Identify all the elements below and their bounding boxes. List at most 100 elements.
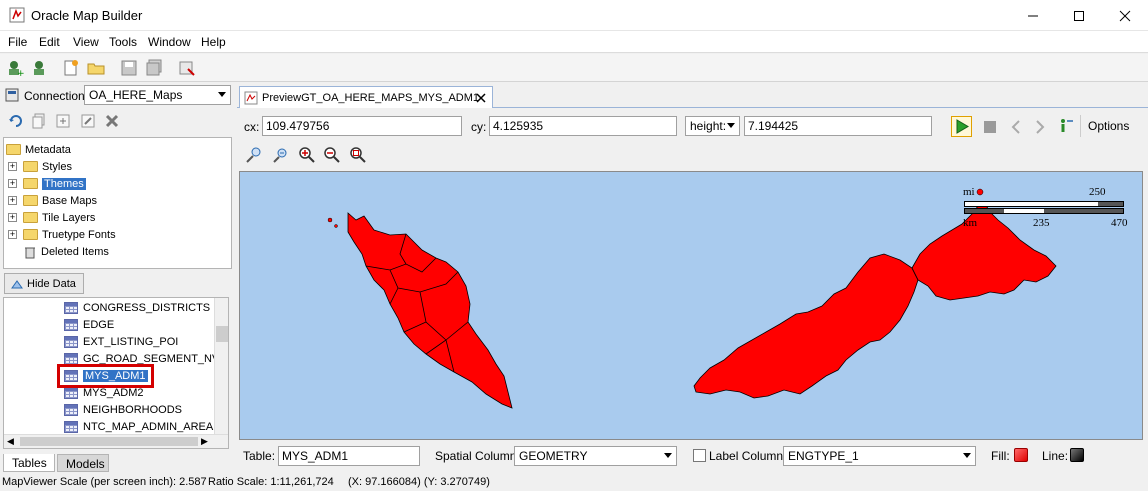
- maximize-button[interactable]: [1056, 0, 1102, 31]
- list-item-label: CONGRESS_DISTRICTS: [83, 302, 211, 314]
- chevron-down-icon: [963, 453, 971, 458]
- stop-icon[interactable]: [982, 119, 998, 135]
- app-icon: [9, 7, 25, 23]
- tree-item-styles[interactable]: + Styles: [8, 158, 72, 175]
- horizontal-scrollbar[interactable]: ◀ ▶: [4, 434, 228, 448]
- scroll-right-icon[interactable]: ▶: [201, 436, 208, 447]
- zoom-out-icon[interactable]: [323, 146, 341, 164]
- menu-edit[interactable]: Edit: [39, 35, 60, 49]
- refresh-icon[interactable]: [8, 113, 24, 129]
- spatial-column-select[interactable]: GEOMETRY: [514, 446, 677, 466]
- status-scale: MapViewer Scale (per screen inch): 2.587: [2, 476, 207, 488]
- delete-icon[interactable]: [104, 113, 120, 129]
- map-canvas[interactable]: mi 250 km 235 470: [239, 171, 1143, 440]
- zoom-pan-icon[interactable]: [272, 146, 290, 164]
- tab-tables[interactable]: Tables: [3, 454, 55, 472]
- triangle-up-icon: [11, 279, 23, 288]
- chevron-down-icon: [664, 453, 672, 458]
- close-button[interactable]: [1102, 0, 1148, 31]
- menu-window[interactable]: Window: [148, 35, 191, 49]
- new-item-icon[interactable]: [55, 113, 71, 129]
- menu-file[interactable]: File: [8, 35, 27, 49]
- label-column-select[interactable]: ENGTYPE_1: [783, 446, 976, 466]
- minimize-icon: [1028, 15, 1038, 16]
- tree-item-truetype-fonts[interactable]: + Truetype Fonts: [8, 226, 116, 243]
- scale-mi-label: mi: [963, 186, 975, 198]
- tree-item-deleted-items[interactable]: Deleted Items: [23, 243, 109, 260]
- tab-preview[interactable]: PreviewGT_OA_HERE_MAPS_MYS_ADM1: [239, 86, 493, 108]
- zoom-rectangle-icon[interactable]: [349, 146, 367, 164]
- forward-icon[interactable]: [1032, 119, 1048, 135]
- size-mode-select[interactable]: height:: [685, 116, 740, 136]
- size-value-input[interactable]: 7.194425: [744, 116, 932, 136]
- list-item[interactable]: EXT_LISTING_POI: [64, 334, 178, 350]
- scale-mi-value: 250: [1089, 186, 1106, 198]
- vertical-scrollbar[interactable]: [214, 298, 228, 434]
- expand-icon[interactable]: +: [8, 213, 17, 222]
- close-tab-icon[interactable]: [476, 93, 486, 103]
- run-button[interactable]: [951, 116, 972, 137]
- list-item[interactable]: EDGE: [64, 317, 114, 333]
- menu-tools[interactable]: Tools: [109, 35, 137, 49]
- zoom-in-icon[interactable]: [298, 146, 316, 164]
- table-icon: [64, 319, 78, 331]
- menu-view[interactable]: View: [73, 35, 99, 49]
- info-icon[interactable]: [1058, 117, 1074, 135]
- save-icon[interactable]: [120, 59, 138, 77]
- menu-help[interactable]: Help: [201, 35, 226, 49]
- peninsular-malaysia: [347, 212, 513, 409]
- copy-icon[interactable]: [31, 113, 47, 129]
- new-file-icon[interactable]: [62, 59, 80, 77]
- table-icon: [64, 302, 78, 314]
- label-column-checkbox[interactable]: [693, 449, 706, 462]
- save-all-icon[interactable]: [145, 59, 163, 77]
- fill-label: Fill:: [991, 449, 1010, 463]
- tab-models[interactable]: Models: [57, 454, 109, 472]
- status-coords: (X: 97.166084) (Y: 3.270749): [348, 476, 490, 488]
- tree-item-label: Tile Layers: [42, 211, 96, 224]
- scale-mi-bar: [964, 201, 1124, 207]
- connection-select[interactable]: OA_HERE_Maps: [84, 85, 231, 105]
- tree-item-label: Styles: [42, 160, 72, 173]
- expand-icon[interactable]: +: [8, 196, 17, 205]
- scrollbar-thumb[interactable]: [216, 326, 228, 342]
- list-item-label: MYS_ADM2: [83, 387, 144, 399]
- list-item[interactable]: NTC_MAP_ADMIN_AREA: [64, 419, 213, 435]
- expand-icon[interactable]: +: [8, 179, 17, 188]
- folder-icon: [23, 195, 38, 206]
- document-tab-strip: PreviewGT_OA_HERE_MAPS_MYS_ADM1: [237, 84, 1148, 108]
- edit-icon[interactable]: [80, 113, 96, 129]
- tree-root[interactable]: Metadata: [6, 141, 71, 158]
- cy-input[interactable]: 4.125935: [489, 116, 677, 136]
- new-connection-icon[interactable]: +: [6, 59, 24, 77]
- hide-data-button[interactable]: Hide Data: [4, 273, 84, 294]
- list-item-label: NEIGHBORHOODS: [83, 404, 183, 416]
- expand-icon[interactable]: +: [8, 230, 17, 239]
- scrollbar-thumb[interactable]: [20, 437, 198, 446]
- connect-icon[interactable]: [31, 59, 49, 77]
- list-item[interactable]: NEIGHBORHOODS: [64, 402, 182, 418]
- tree-item-themes[interactable]: + Themes: [8, 175, 86, 192]
- east-malaysia: [693, 253, 919, 399]
- minimize-button[interactable]: [1010, 0, 1056, 31]
- open-folder-icon[interactable]: [87, 59, 105, 77]
- chevron-down-icon: [218, 92, 226, 97]
- properties-icon[interactable]: [178, 59, 196, 77]
- pan-icon[interactable]: [245, 146, 263, 164]
- expand-icon[interactable]: +: [8, 162, 17, 171]
- tree-item-base-maps[interactable]: + Base Maps: [8, 192, 97, 209]
- line-color-button[interactable]: [1070, 448, 1084, 462]
- fill-color-button[interactable]: [1014, 448, 1028, 462]
- options-button[interactable]: Options: [1080, 115, 1142, 137]
- tree-item-tile-layers[interactable]: + Tile Layers: [8, 209, 95, 226]
- scroll-left-icon[interactable]: ◀: [7, 436, 14, 447]
- table-input[interactable]: MYS_ADM1: [278, 446, 420, 466]
- trash-icon: [25, 247, 35, 258]
- list-item[interactable]: CONGRESS_DISTRICTS: [64, 300, 210, 316]
- svg-text:+: +: [17, 69, 24, 77]
- back-icon[interactable]: [1008, 119, 1024, 135]
- selection-highlight-box: [57, 364, 154, 388]
- cx-input[interactable]: 109.479756: [262, 116, 462, 136]
- folder-icon: [23, 161, 38, 172]
- list-item-label: EDGE: [83, 319, 115, 331]
